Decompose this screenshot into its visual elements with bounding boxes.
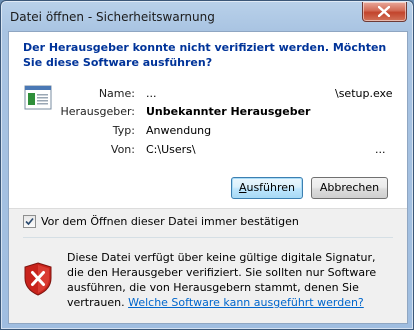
from-suffix: ...	[375, 143, 386, 156]
dialog-window: Datei öffnen - Sicherheitswarnung Der He…	[0, 0, 414, 330]
run-button[interactable]: Ausführen	[231, 177, 303, 199]
close-button[interactable]	[362, 2, 407, 22]
name-label: Name:	[98, 87, 135, 100]
close-icon	[378, 6, 390, 17]
confirm-checkbox[interactable]	[23, 215, 36, 228]
from-value: C:\Users\	[146, 143, 196, 156]
dialog-client-area: Der Herausgeber konnte nicht verifiziert…	[8, 31, 408, 324]
checkmark-icon	[25, 217, 34, 226]
info-panel: Der Herausgeber konnte nicht verifiziert…	[9, 32, 407, 209]
name-value: \setup.exe	[335, 87, 393, 100]
name-row: Name: ... \setup.exe	[9, 87, 407, 103]
cancel-button[interactable]: Abbrechen	[311, 177, 388, 199]
from-row: Von: C:\Users\ ...	[9, 143, 407, 159]
name-prefix: ...	[146, 87, 157, 100]
dialog-heading: Der Herausgeber konnte nicht verifiziert…	[23, 41, 387, 69]
publisher-label: Herausgeber:	[60, 105, 135, 118]
help-link[interactable]: Welche Software kann ausgeführt werden?	[128, 296, 364, 309]
warning-message: Diese Datei verfügt über keine gültige d…	[67, 250, 392, 310]
confirm-checkbox-label: Vor dem Öffnen dieser Datei immer bestät…	[41, 215, 299, 228]
title-bar[interactable]: Datei öffnen - Sicherheitswarnung	[1, 1, 413, 31]
separator	[23, 237, 393, 238]
publisher-value: Unbekannter Herausgeber	[146, 105, 311, 118]
run-button-label: usführen	[246, 181, 296, 194]
window-title: Datei öffnen - Sicherheitswarnung	[10, 10, 215, 24]
type-value: Anwendung	[146, 124, 212, 137]
from-label: Von:	[110, 143, 135, 156]
security-shield-icon	[24, 262, 52, 296]
type-label: Typ:	[112, 124, 135, 137]
type-row: Typ: Anwendung	[9, 124, 407, 140]
publisher-row: Herausgeber: Unbekannter Herausgeber	[9, 105, 407, 121]
